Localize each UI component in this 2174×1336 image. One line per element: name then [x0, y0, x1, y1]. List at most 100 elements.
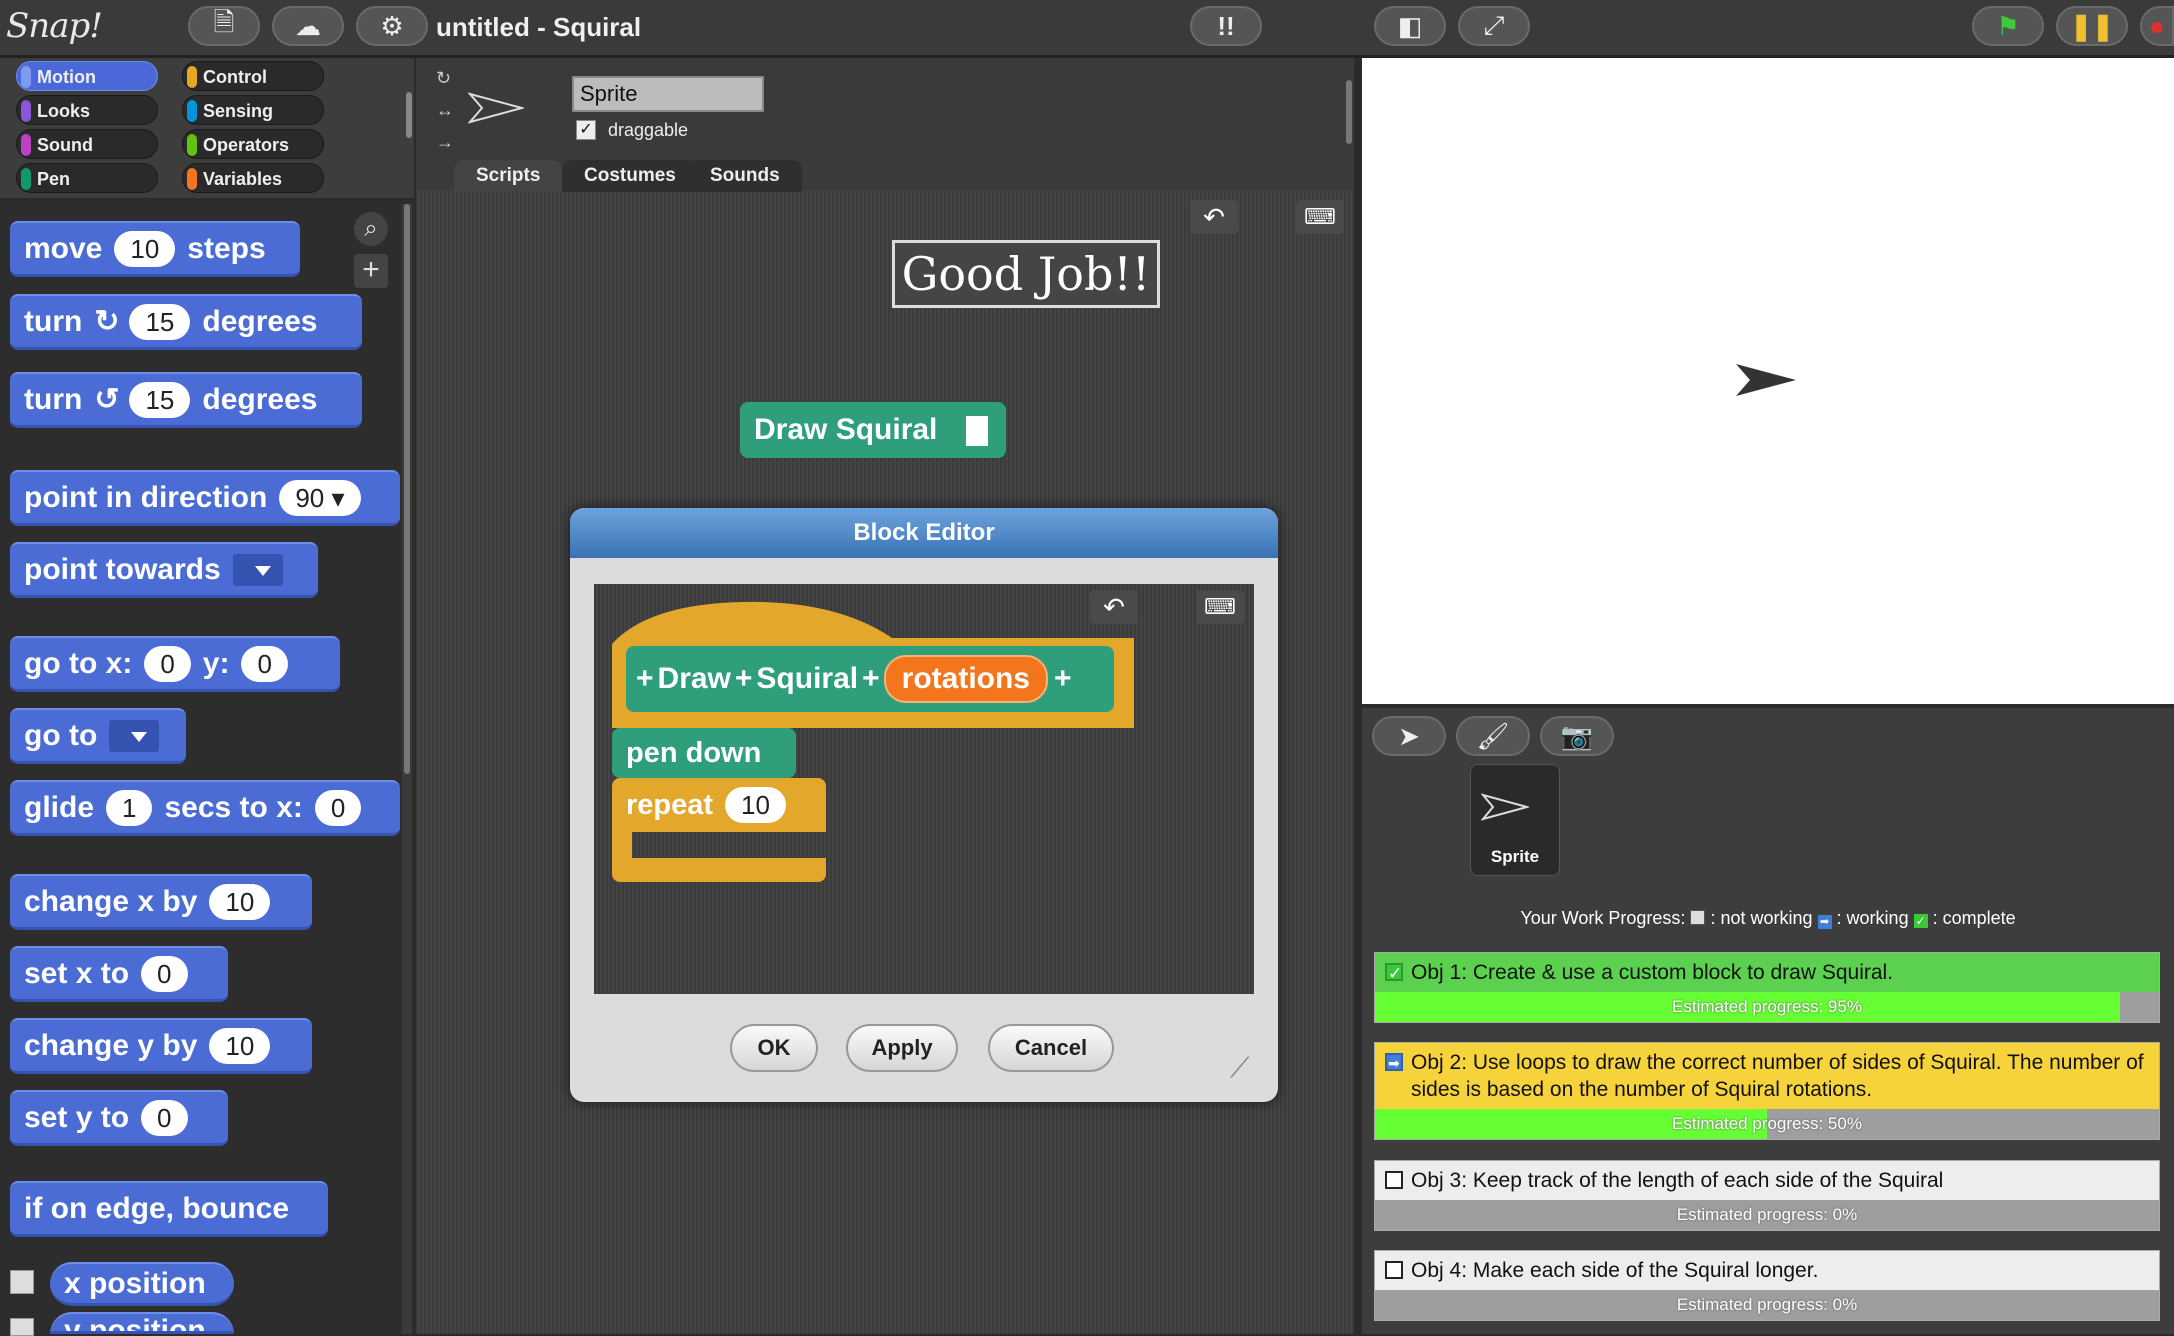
category-swatch — [21, 168, 31, 190]
watcher-checkbox[interactable] — [10, 1270, 34, 1294]
green-flag-icon: ⚑ — [1996, 10, 2020, 41]
not-working-checkbox-icon — [1385, 1261, 1403, 1279]
add-input-plus-icon[interactable]: + — [1054, 662, 1072, 696]
stop-button[interactable]: ● — [2140, 6, 2174, 46]
block-y-position[interactable]: y position — [50, 1312, 234, 1334]
rotations-input[interactable] — [966, 416, 988, 446]
target-dropdown[interactable] — [232, 553, 283, 586]
category-motion[interactable]: Motion — [16, 61, 158, 91]
editor-keyboard-button[interactable]: ⌨ — [1196, 590, 1244, 624]
category-variables[interactable]: Variables — [182, 163, 324, 193]
block-change-y[interactable]: change y by 10 — [10, 1018, 312, 1074]
y-input[interactable]: 0 — [241, 645, 288, 682]
category-sensing[interactable]: Sensing — [182, 95, 324, 125]
repeat-count-input[interactable]: 10 — [725, 787, 786, 823]
block-go-to-xy[interactable]: go to x: 0 y: 0 — [10, 636, 340, 692]
target-dropdown[interactable] — [109, 719, 160, 752]
block-move-steps[interactable]: move 10 steps — [10, 221, 300, 277]
watcher-checkbox[interactable] — [10, 1318, 34, 1336]
flip-icon[interactable]: ↔ — [436, 100, 454, 121]
apply-button[interactable]: Apply — [846, 1024, 958, 1072]
add-turtle-sprite-button[interactable]: ➤ — [1372, 716, 1446, 756]
cancel-button[interactable]: Cancel — [988, 1024, 1114, 1072]
snap-logo[interactable]: Snap! — [6, 6, 103, 46]
block-point-towards[interactable]: point towards — [10, 542, 318, 598]
set-y-input[interactable]: 0 — [141, 1099, 188, 1136]
block-change-x[interactable]: change x by 10 — [10, 874, 312, 930]
normal-stage-icon: ◧ — [1397, 10, 1423, 41]
category-scrollbar[interactable] — [406, 92, 412, 138]
degrees-input[interactable]: 15 — [129, 381, 191, 418]
fullscreen-button[interactable]: ⤢ — [1458, 6, 1530, 46]
corral-sprite-icon[interactable]: Sprite — [1470, 764, 1560, 876]
repeat-block[interactable]: repeat 10 — [612, 778, 826, 832]
gear-icon: ⚙ — [380, 10, 404, 41]
block-x-position[interactable]: x position — [50, 1262, 234, 1306]
no-rotate-icon[interactable]: → — [436, 132, 454, 153]
block-editor-title[interactable]: Block Editor — [570, 508, 1278, 558]
file-menu-button[interactable]: 🗎 — [188, 6, 260, 46]
search-blocks-button[interactable]: ⌕ — [354, 212, 388, 246]
camera-sprite-button[interactable]: 📷 — [1540, 716, 1614, 756]
category-control[interactable]: Control — [182, 61, 324, 91]
tab-costumes[interactable]: Costumes — [562, 160, 698, 192]
x-input[interactable]: 0 — [314, 789, 362, 826]
undo-button[interactable]: ↶ — [1190, 200, 1238, 234]
cloud-menu-button[interactable]: ☁ — [272, 6, 344, 46]
secs-input[interactable]: 1 — [106, 789, 153, 826]
block-turn-counterclockwise[interactable]: turn ↺ 15 degrees — [10, 372, 362, 428]
add-input-plus-icon[interactable]: + — [862, 662, 880, 696]
category-pen[interactable]: Pen — [16, 163, 158, 193]
draggable-checkbox[interactable]: ✓ — [576, 120, 596, 140]
hint-button[interactable]: !! — [1190, 6, 1262, 46]
degrees-input[interactable]: 15 — [129, 303, 191, 340]
category-swatch — [21, 66, 31, 88]
block-set-y[interactable]: set y to 0 — [10, 1090, 228, 1146]
block-glide[interactable]: glide 1 secs to x: 0 — [10, 780, 400, 836]
rotate-icon[interactable]: ↻ — [436, 68, 451, 89]
set-x-input[interactable]: 0 — [141, 955, 188, 992]
objective-progress-bar: Estimated progress: 50% — [1375, 1109, 2159, 1139]
paint-sprite-button[interactable]: 🖌 — [1456, 716, 1530, 756]
settings-menu-button[interactable]: ⚙ — [356, 6, 428, 46]
block-go-to[interactable]: go to — [10, 708, 186, 764]
sprite-arrow-icon[interactable] — [1734, 362, 1798, 398]
steps-input[interactable]: 10 — [114, 230, 176, 267]
plus-icon: + — [362, 253, 380, 286]
sprite-name-input[interactable]: Sprite — [572, 76, 764, 112]
block-turn-clockwise[interactable]: turn ↻ 15 degrees — [10, 294, 362, 350]
category-swatch — [21, 134, 31, 156]
stage-size-button[interactable]: ◧ — [1374, 6, 1446, 46]
draw-squiral-block[interactable]: Draw Squiral — [740, 402, 1006, 458]
add-input-plus-icon[interactable]: + — [735, 662, 753, 696]
tab-sounds[interactable]: Sounds — [688, 160, 802, 192]
green-flag-button[interactable]: ⚑ — [1972, 6, 2044, 46]
category-operators[interactable]: Operators — [182, 129, 324, 159]
block-point-in-direction[interactable]: point in direction 90 ▾ — [10, 470, 400, 526]
pause-button[interactable]: ❚❚ — [2056, 6, 2128, 46]
add-input-plus-icon[interactable]: + — [636, 662, 654, 696]
tab-scripts[interactable]: Scripts — [454, 160, 563, 192]
ok-button[interactable]: OK — [730, 1024, 818, 1072]
make-block-button[interactable]: + — [354, 254, 388, 288]
magnifier-icon: ⌕ — [364, 215, 378, 242]
change-x-input[interactable]: 10 — [209, 883, 271, 920]
custom-block-prototype[interactable]: + Draw + Squiral + rotations + — [626, 646, 1114, 712]
change-y-input[interactable]: 10 — [209, 1027, 271, 1064]
not-working-checkbox-icon — [1385, 1171, 1403, 1189]
objective-progress-bar: Estimated progress: 0% — [1375, 1200, 2159, 1230]
block-palette — [0, 200, 414, 1334]
sprite-bar-scrollbar[interactable] — [1346, 80, 1352, 144]
category-sound[interactable]: Sound — [16, 129, 158, 159]
rotations-parameter[interactable]: rotations — [883, 655, 1048, 703]
block-if-on-edge-bounce[interactable]: if on edge, bounce — [10, 1181, 328, 1237]
pen-down-block[interactable]: pen down — [612, 728, 796, 778]
block-set-x[interactable]: set x to 0 — [10, 946, 228, 1002]
x-input[interactable]: 0 — [144, 645, 191, 682]
category-looks[interactable]: Looks — [16, 95, 158, 125]
direction-dropdown[interactable]: 90 ▾ — [279, 479, 361, 516]
palette-scrollbar[interactable] — [404, 204, 410, 774]
not-working-icon — [1690, 910, 1706, 925]
resize-handle-icon[interactable]: ⟋ — [1230, 1052, 1250, 1085]
keyboard-entry-button[interactable]: ⌨ — [1296, 200, 1344, 234]
